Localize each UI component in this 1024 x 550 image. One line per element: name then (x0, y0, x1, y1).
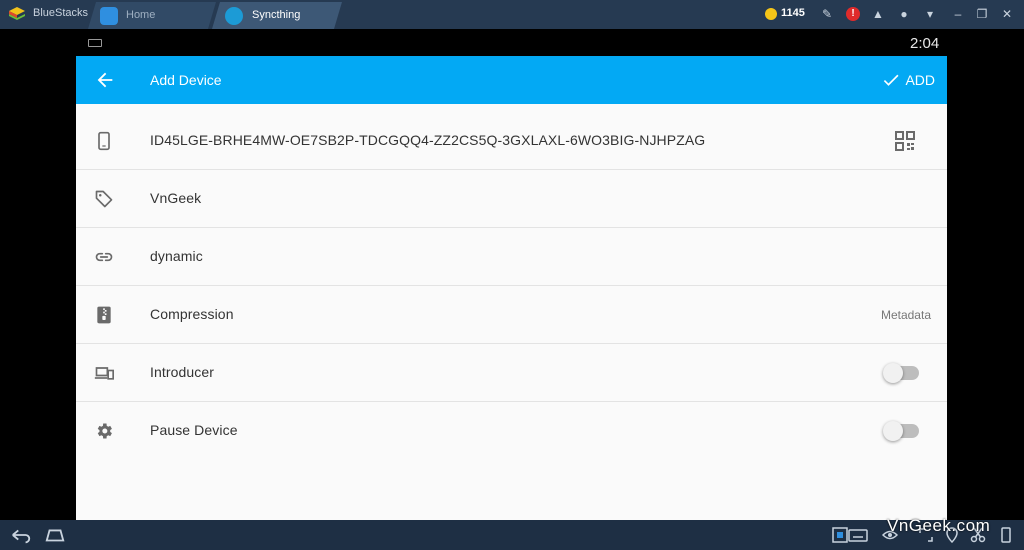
add-device-screen: Add Device ADD ID45LGE-BRHE4MW-OE7SB2P-T… (76, 56, 947, 520)
restore-icon[interactable]: ❐ (975, 7, 989, 21)
keyboard-icon[interactable] (848, 527, 868, 543)
coin-count: 1145 (781, 7, 805, 19)
app-bar: Add Device ADD (76, 56, 947, 104)
tag-icon (95, 190, 113, 208)
link-icon (95, 252, 113, 262)
keyboard-icon (88, 39, 102, 47)
check-icon (884, 74, 899, 86)
device-id-row[interactable]: ID45LGE-BRHE4MW-OE7SB2P-TDCGQQ4-ZZ2CS5Q-… (76, 112, 947, 170)
tab-syncthing-label: Syncthing (252, 9, 301, 21)
window-titlebar: BlueStacks Home Syncthing 1145 ✎ ! ▲ ● ▾… (0, 0, 1024, 29)
pause-device-label: Pause Device (150, 422, 238, 438)
zip-icon (97, 306, 111, 324)
menu-icon[interactable]: ▾ (923, 7, 937, 21)
home-nav-icon[interactable] (44, 526, 66, 544)
tab-syncthing[interactable]: Syncthing (212, 2, 342, 29)
add-button-label: ADD (905, 72, 935, 88)
bell-icon[interactable]: ▲ (871, 7, 885, 21)
tools-icon[interactable]: ✎ (820, 7, 834, 21)
addresses-field[interactable]: dynamic (150, 248, 203, 264)
syncthing-icon (225, 7, 243, 25)
introducer-row[interactable]: Introducer (76, 344, 947, 402)
watermark: VnGeek.com (887, 516, 991, 535)
qr-code-icon[interactable] (895, 131, 915, 151)
tab-home[interactable]: Home (88, 2, 216, 29)
rotate-device-icon[interactable] (998, 527, 1014, 543)
introducer-toggle[interactable] (883, 363, 919, 383)
app-name: BlueStacks (33, 7, 89, 19)
alert-icon[interactable]: ! (846, 7, 860, 21)
device-settings-list: ID45LGE-BRHE4MW-OE7SB2P-TDCGQQ4-ZZ2CS5Q-… (76, 112, 947, 460)
pause-device-toggle[interactable] (883, 421, 919, 441)
toggle-thumb (883, 421, 903, 441)
phone-icon (98, 131, 110, 151)
device-name-field[interactable]: VnGeek (150, 190, 201, 206)
bottom-navigation-bar (0, 520, 1024, 550)
introducer-label: Introducer (150, 364, 215, 380)
tab-home-label: Home (126, 9, 156, 21)
back-arrow-icon[interactable] (94, 69, 116, 91)
toggle-thumb (883, 363, 903, 383)
keyboard-mapping-icon[interactable] (832, 527, 848, 543)
addresses-row[interactable]: dynamic (76, 228, 947, 286)
pause-device-row[interactable]: Pause Device (76, 402, 947, 460)
minimize-icon[interactable]: – (951, 7, 965, 21)
compression-value: Metadata (880, 308, 931, 322)
compression-row[interactable]: Compression Metadata (76, 286, 947, 344)
account-icon[interactable]: ● (897, 7, 911, 21)
gear-icon (97, 423, 112, 439)
coin-icon (765, 8, 777, 20)
status-clock: 2:04 (910, 35, 940, 52)
devices-icon (94, 367, 114, 380)
add-button[interactable]: ADD (881, 69, 935, 91)
android-status-bar: 2:04 (0, 29, 1024, 56)
device-id-field[interactable]: ID45LGE-BRHE4MW-OE7SB2P-TDCGQQ4-ZZ2CS5Q-… (150, 132, 705, 148)
close-icon[interactable]: ✕ (1000, 7, 1014, 21)
home-icon (100, 7, 118, 25)
device-name-row[interactable]: VnGeek (76, 170, 947, 228)
page-title: Add Device (150, 72, 222, 88)
compression-label: Compression (150, 306, 234, 322)
bluestacks-logo-icon (9, 7, 25, 20)
back-nav-icon[interactable] (10, 526, 32, 544)
